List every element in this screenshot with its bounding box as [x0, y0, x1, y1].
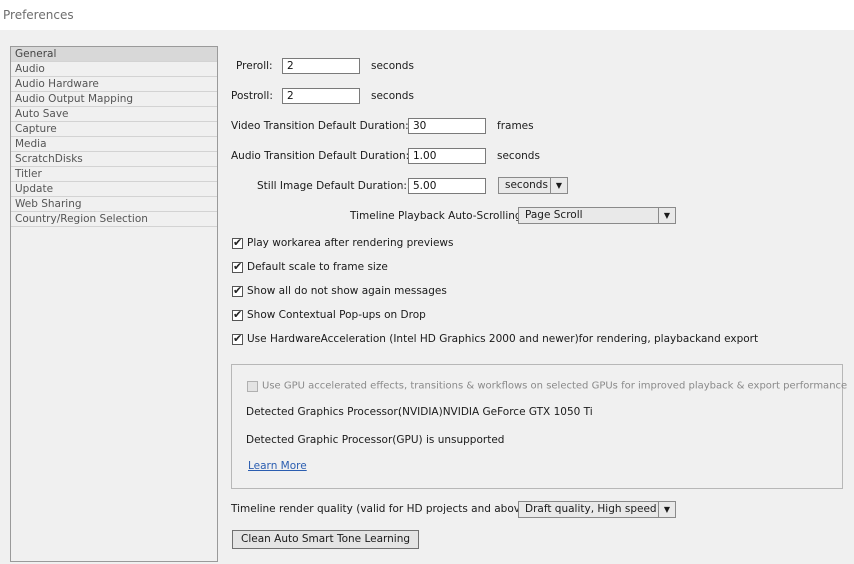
sidebar-item-audio-output-mapping[interactable]: Audio Output Mapping	[11, 92, 217, 107]
postroll-label: Postroll:	[231, 90, 273, 102]
window-title: Preferences	[3, 8, 74, 22]
play-workarea-label: Play workarea after rendering previews	[247, 237, 454, 249]
render-quality-dropdown[interactable]: Draft quality, High speed ▼	[518, 501, 676, 518]
video-transition-unit: frames	[497, 120, 534, 132]
sidebar-item-audio[interactable]: Audio	[11, 62, 217, 77]
sidebar-item-web-sharing[interactable]: Web Sharing	[11, 197, 217, 212]
checkmark-icon: ✔	[233, 259, 243, 273]
preroll-unit: seconds	[371, 60, 414, 72]
learn-more-link[interactable]: Learn More	[248, 460, 307, 472]
auto-scroll-dropdown[interactable]: Page Scroll ▼	[518, 207, 676, 224]
gpu-checkbox-row: Use GPU accelerated effects, transitions…	[247, 379, 847, 392]
sidebar-item-titler[interactable]: Titler	[11, 167, 217, 182]
checkmark-icon: ✔	[233, 235, 243, 249]
show-messages-checkbox[interactable]: ✔	[232, 283, 243, 297]
hardware-acceleration-checkbox[interactable]: ✔	[232, 331, 243, 345]
still-image-unit-dropdown[interactable]: seconds ▼	[498, 177, 568, 194]
sidebar-item-scratch-disks[interactable]: ScratchDisks	[11, 152, 217, 167]
play-workarea-checkbox[interactable]: ✔	[232, 235, 243, 249]
render-quality-value: Draft quality, High speed	[525, 503, 657, 515]
checkbox-row-contextual-popups[interactable]: ✔ Show Contextual Pop-ups on Drop	[232, 308, 426, 322]
clean-smart-tone-button[interactable]: Clean Auto Smart Tone Learning	[232, 530, 420, 549]
contextual-popups-label: Show Contextual Pop-ups on Drop	[247, 309, 426, 321]
sidebar-item-update[interactable]: Update	[11, 182, 217, 197]
checkmark-icon: ✔	[233, 331, 243, 345]
still-image-input[interactable]	[408, 178, 486, 194]
checkbox-row-show-messages[interactable]: ✔ Show all do not show again messages	[232, 284, 447, 298]
chevron-down-icon: ▼	[658, 208, 675, 223]
hardware-acceleration-label: Use HardwareAcceleration (Intel HD Graph…	[247, 333, 759, 345]
title-bar: Preferences	[0, 0, 854, 30]
audio-transition-input[interactable]	[408, 148, 486, 164]
preroll-input[interactable]	[282, 58, 360, 74]
sidebar-item-audio-hardware[interactable]: Audio Hardware	[11, 77, 217, 92]
auto-scroll-label: Timeline Playback Auto-Scrolling:	[350, 210, 526, 222]
sidebar-item-auto-save[interactable]: Auto Save	[11, 107, 217, 122]
gpu-accelerated-label: Use GPU accelerated effects, transitions…	[262, 380, 848, 392]
gpu-unsupported-text: Detected Graphic Processor(GPU) is unsup…	[246, 434, 505, 446]
checkmark-icon: ✔	[233, 307, 243, 321]
checkmark-icon: ✔	[233, 283, 243, 297]
checkbox-row-play-workarea[interactable]: ✔ Play workarea after rendering previews	[232, 236, 453, 250]
checkbox-row-default-scale[interactable]: ✔ Default scale to frame size	[232, 260, 388, 274]
default-scale-label: Default scale to frame size	[247, 261, 388, 273]
auto-scroll-value: Page Scroll	[525, 209, 583, 221]
show-messages-label: Show all do not show again messages	[247, 285, 447, 297]
video-transition-label: Video Transition Default Duration:	[231, 120, 409, 132]
detected-gpu-value: (NVIDIA)NVIDIA GeForce GTX 1050 Ti	[398, 406, 593, 418]
chevron-down-icon: ▼	[550, 178, 567, 193]
sidebar-item-general[interactable]: General	[11, 47, 217, 62]
still-image-unit-value: seconds	[505, 179, 548, 191]
video-transition-input[interactable]	[408, 118, 486, 134]
gpu-settings-group: Use GPU accelerated effects, transitions…	[231, 364, 847, 489]
contextual-popups-checkbox[interactable]: ✔	[232, 307, 243, 321]
default-scale-checkbox[interactable]: ✔	[232, 259, 243, 273]
postroll-unit: seconds	[371, 90, 414, 102]
still-image-label: Still Image Default Duration:	[257, 180, 407, 192]
detected-gpu-label: Detected Graphics Processor:	[246, 406, 402, 418]
sidebar-item-media[interactable]: Media	[11, 137, 217, 152]
preferences-category-list[interactable]: General Audio Audio Hardware Audio Outpu…	[10, 46, 218, 562]
render-quality-label: Timeline render quality (valid for HD pr…	[231, 503, 535, 515]
audio-transition-label: Audio Transition Default Duration:	[231, 150, 410, 162]
sidebar-item-capture[interactable]: Capture	[11, 122, 217, 137]
preroll-label: Preroll:	[236, 60, 273, 72]
checkbox-row-hardware-acceleration[interactable]: ✔ Use HardwareAcceleration (Intel HD Grap…	[232, 332, 758, 346]
sidebar-item-country-region[interactable]: Country/Region Selection	[11, 212, 217, 227]
postroll-input[interactable]	[282, 88, 360, 104]
chevron-down-icon: ▼	[658, 502, 675, 517]
audio-transition-unit: seconds	[497, 150, 540, 162]
gpu-accelerated-checkbox[interactable]	[247, 380, 258, 392]
